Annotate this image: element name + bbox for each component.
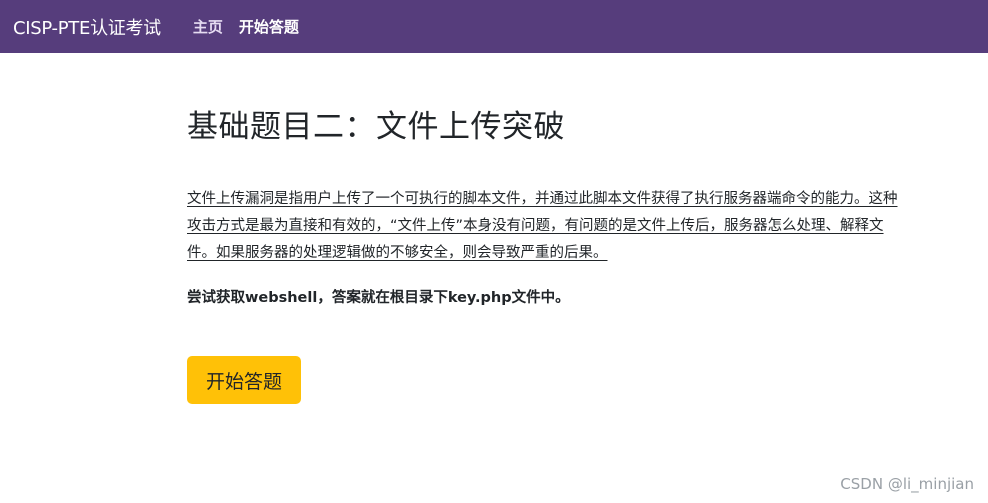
brand-title[interactable]: CISP-PTE认证考试	[13, 14, 161, 40]
start-exam-button[interactable]: 开始答题	[187, 356, 301, 404]
csdn-watermark: CSDN @li_minjian	[840, 475, 974, 493]
top-navbar: CISP-PTE认证考试 主页 开始答题	[0, 0, 988, 53]
nav-item-home[interactable]: 主页	[193, 16, 223, 37]
challenge-hint: 尝试获取webshell，答案就在根目录下key.php文件中。	[187, 290, 570, 306]
page-title: 基础题目二：文件上传突破	[187, 109, 565, 145]
challenge-description: 文件上传漏洞是指用户上传了一个可执行的脚本文件，并通过此脚本文件获得了执行服务器…	[187, 191, 898, 261]
nav-item-start-exam[interactable]: 开始答题	[239, 16, 299, 37]
